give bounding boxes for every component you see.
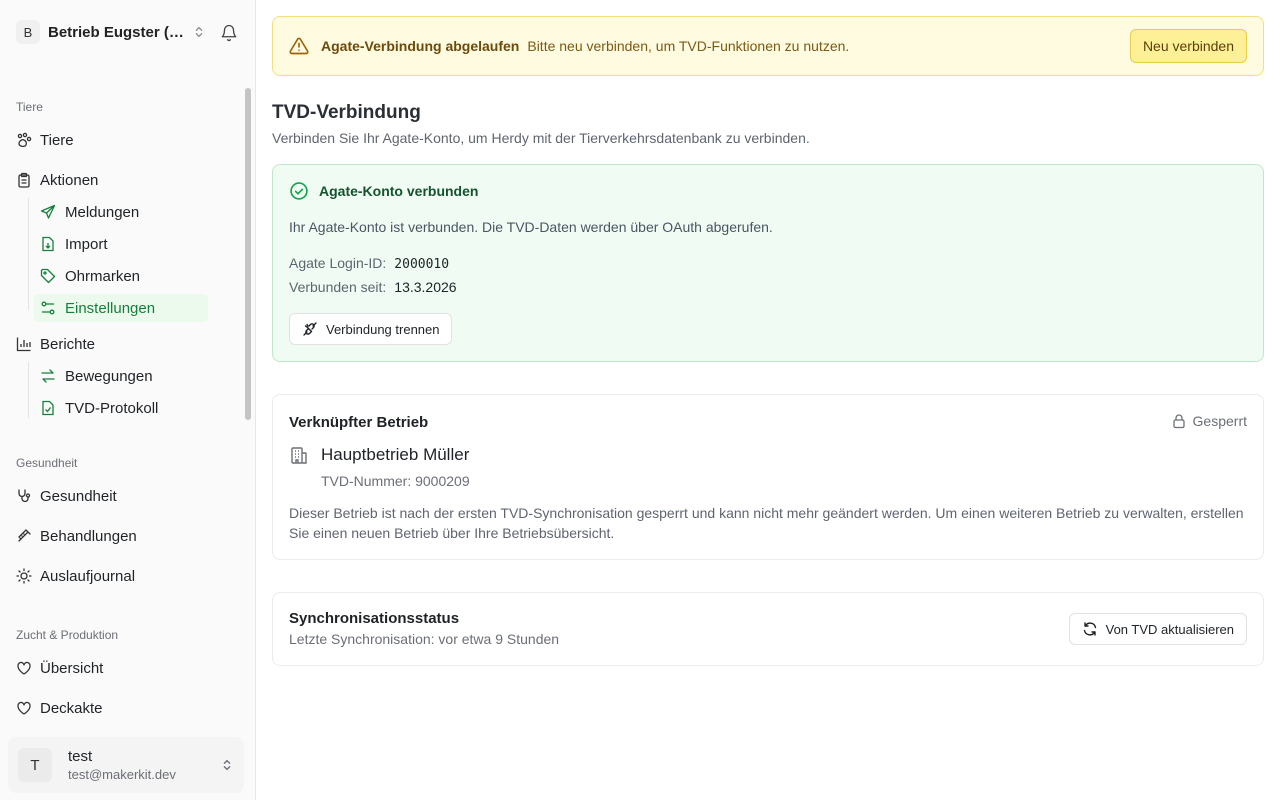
sidebar-item-auslaufjournal[interactable]: Auslaufjournal <box>8 562 135 590</box>
sidebar-item-label: Einstellungen <box>65 299 156 317</box>
login-id-label: Agate Login-ID: <box>289 255 387 271</box>
sidebar-item-label: Import <box>65 235 108 253</box>
heart-icon <box>16 700 32 716</box>
sidebar-item-import[interactable]: Import <box>34 230 208 258</box>
sidebar-item-behandlungen[interactable]: Behandlungen <box>8 522 137 550</box>
sidebar-item-label: Ohrmarken <box>65 267 141 285</box>
sidebar-item-label: Meldungen <box>65 203 140 221</box>
refresh-button-label: Von TVD aktualisieren <box>1105 621 1234 637</box>
bar-chart-icon <box>16 336 32 352</box>
user-name: test <box>68 748 93 765</box>
org-switcher[interactable]: B Betrieb Eugster (H... <box>8 14 248 50</box>
user-menu[interactable]: T test test@makerkit.dev <box>8 737 244 793</box>
reconnect-button[interactable]: Neu verbinden <box>1129 29 1247 63</box>
sidebar-item-ohrmarken[interactable]: Ohrmarken <box>34 262 208 290</box>
farm-lock-note: Dieser Betrieb ist nach der ersten TVD-S… <box>289 505 1244 541</box>
sliders-icon <box>40 300 56 316</box>
section-label-gesundheit: Gesundheit <box>16 456 78 470</box>
sidebar-subnav-line <box>28 198 29 310</box>
warning-triangle-icon <box>289 37 309 55</box>
section-label-tiere: Tiere <box>16 100 43 114</box>
paw-icon <box>16 132 32 148</box>
locked-badge: Gesperrt <box>1171 413 1247 429</box>
warning-alert: Agate-Verbindung abgelaufen Bitte neu ve… <box>272 16 1264 76</box>
refresh-icon <box>1082 621 1098 637</box>
unplug-icon <box>302 321 318 337</box>
sidebar-item-tvd-protokoll[interactable]: TVD-Protokoll <box>34 394 208 422</box>
clipboard-icon <box>16 172 32 188</box>
connection-status-card: Agate-Konto verbunden Ihr Agate-Konto is… <box>272 164 1264 362</box>
tag-icon <box>40 268 56 284</box>
bell-icon[interactable] <box>220 24 238 42</box>
sidebar-item-deckakte[interactable]: Deckakte <box>8 694 103 722</box>
sidebar-item-label: Übersicht <box>40 659 104 677</box>
sidebar-item-einstellungen[interactable]: Einstellungen <box>34 294 208 322</box>
send-icon <box>40 204 56 220</box>
tvd-number: TVD-Nummer: 9000209 <box>321 473 470 489</box>
connected-since-label: Verbunden seit: <box>289 279 387 295</box>
sun-icon <box>16 568 32 584</box>
sidebar-scrollbar[interactable] <box>245 88 251 420</box>
chevron-up-down-icon <box>223 759 231 771</box>
sync-title: Synchronisationsstatus <box>289 610 460 627</box>
building-icon <box>291 447 307 464</box>
sidebar-item-label: Tiere <box>40 131 74 149</box>
sidebar-item-label: Deckakte <box>40 699 103 717</box>
org-name: Betrieb Eugster (H... <box>48 23 186 41</box>
avatar: T <box>18 748 52 782</box>
sidebar-item-aktionen[interactable]: Aktionen <box>8 166 98 194</box>
sidebar-item-meldungen[interactable]: Meldungen <box>34 198 208 226</box>
stethoscope-icon <box>16 488 32 504</box>
sidebar-item-berichte[interactable]: Berichte <box>8 330 95 358</box>
sidebar-item-label: Bewegungen <box>65 367 153 385</box>
disconnect-button-label: Verbindung trennen <box>326 321 440 337</box>
sidebar-item-label: TVD-Protokoll <box>65 399 159 417</box>
linked-farm-title: Verknüpfter Betrieb <box>289 414 429 431</box>
login-id-row: Agate Login-ID: 2000010 <box>289 255 449 272</box>
refresh-from-tvd-button[interactable]: Von TVD aktualisieren <box>1068 613 1247 645</box>
lock-icon <box>1172 414 1185 429</box>
sidebar-nav: Tiere Tiere Aktionen Meldungen Import Oh… <box>0 86 256 726</box>
sidebar-item-gesundheit[interactable]: Gesundheit <box>8 482 117 510</box>
alert-title: Agate-Verbindung abgelaufen <box>321 38 520 54</box>
org-avatar: B <box>16 20 40 44</box>
heart-icon <box>16 660 32 676</box>
disconnect-button[interactable]: Verbindung trennen <box>289 313 453 345</box>
sidebar-item-uebersicht[interactable]: Übersicht <box>8 654 103 682</box>
connection-description: Ihr Agate-Konto ist verbunden. Die TVD-D… <box>289 219 773 235</box>
sync-status-card: Synchronisationsstatus Letzte Synchronis… <box>272 592 1264 666</box>
sidebar-item-label: Aktionen <box>40 171 99 189</box>
sidebar-item-label: Behandlungen <box>40 527 137 545</box>
file-import-icon <box>40 236 56 252</box>
user-email: test@makerkit.dev <box>68 767 176 782</box>
login-id-value: 2000010 <box>394 257 450 272</box>
locked-label: Gesperrt <box>1192 413 1247 429</box>
sidebar-subnav-line <box>28 362 29 418</box>
sidebar-item-bewegungen[interactable]: Bewegungen <box>34 362 208 390</box>
check-circle-icon <box>290 182 308 200</box>
chevron-up-down-icon <box>195 26 203 38</box>
arrows-exchange-icon <box>40 368 56 384</box>
connection-title: Agate-Konto verbunden <box>319 183 479 199</box>
connected-since-row: Verbunden seit: 13.3.2026 <box>289 279 457 295</box>
sidebar-item-label: Auslaufjournal <box>40 567 136 585</box>
alert-description: Bitte neu verbinden, um TVD-Funktionen z… <box>527 38 850 54</box>
file-check-icon <box>40 400 56 416</box>
farm-name: Hauptbetrieb Müller <box>321 445 470 464</box>
page-title: TVD-Verbindung <box>272 102 421 123</box>
linked-farm-card: Verknüpfter Betrieb Gesperrt Hauptbetrie… <box>272 394 1264 560</box>
sidebar-item-label: Gesundheit <box>40 487 117 505</box>
section-label-zucht: Zucht & Produktion <box>16 628 119 642</box>
page-description: Verbinden Sie Ihr Agate-Konto, um Herdy … <box>272 130 810 146</box>
connected-since-value: 13.3.2026 <box>394 279 457 295</box>
sidebar-item-tiere[interactable]: Tiere <box>8 126 74 154</box>
last-sync-text: Letzte Synchronisation: vor etwa 9 Stund… <box>289 631 560 647</box>
sidebar-item-label: Berichte <box>40 335 96 353</box>
syringe-icon <box>16 528 32 544</box>
sidebar: B Betrieb Eugster (H... Tiere Tiere Akti… <box>0 0 256 800</box>
